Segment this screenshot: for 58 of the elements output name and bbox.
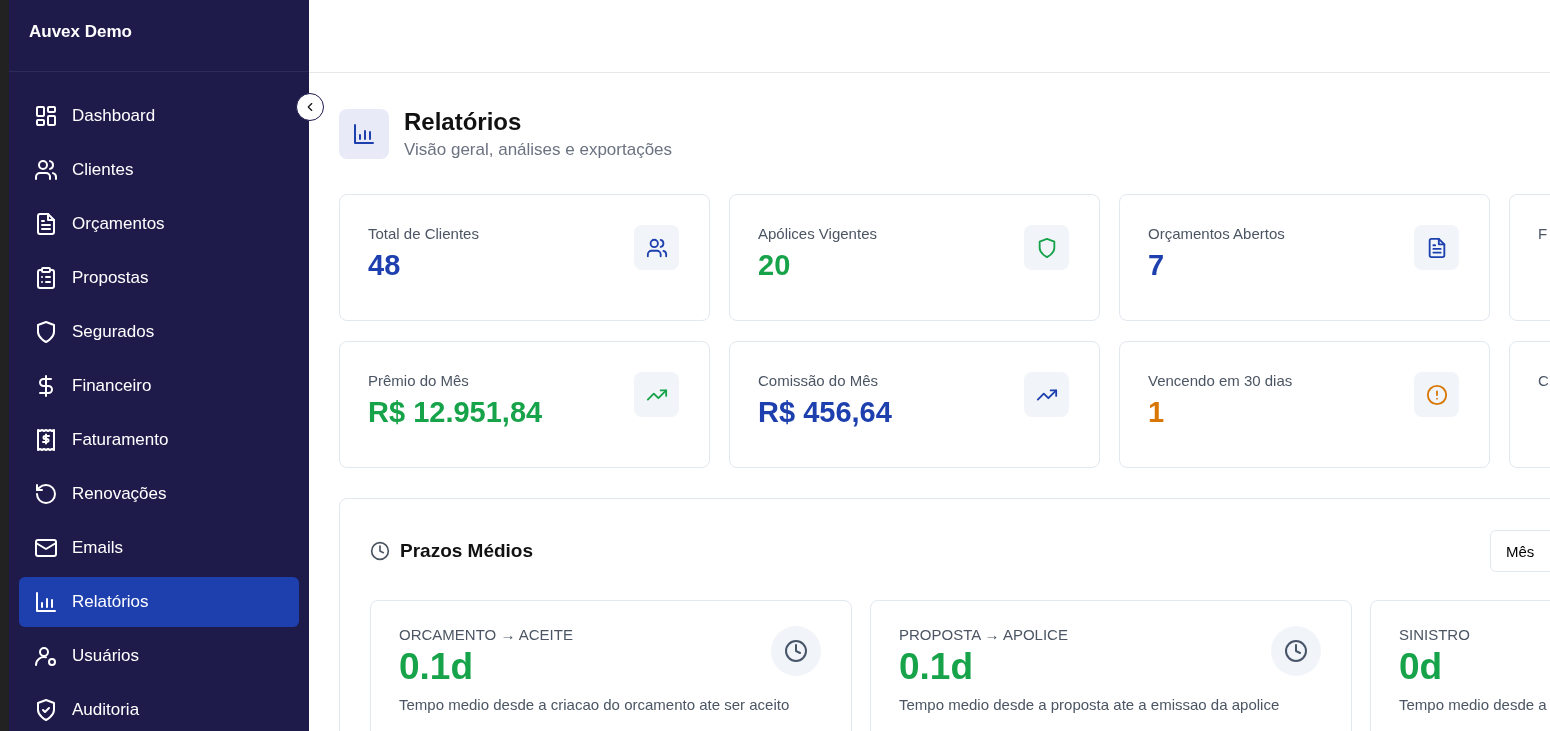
nav-item[interactable]: Segurados [19, 307, 299, 357]
stat-value: 1 [1148, 396, 1165, 429]
nav-item[interactable]: Propostas [19, 253, 299, 303]
clock-icon [1284, 639, 1308, 663]
shield-check-icon [34, 698, 58, 722]
stat-value: 7 [1148, 249, 1165, 282]
alert-circle-icon [1425, 383, 1448, 406]
page-title: Relatórios [404, 108, 523, 136]
mail-icon [34, 536, 58, 560]
stat-label: Prêmio do Mês [368, 372, 469, 389]
period-select[interactable]: Mês [1490, 530, 1550, 572]
grid-icon [34, 104, 58, 128]
nav-item[interactable]: Emails [19, 523, 299, 573]
nav-item[interactable]: Renovações [19, 469, 299, 519]
stat-value: R$ 12.951,84 [368, 396, 543, 429]
stat-value: 48 [368, 249, 401, 282]
nav-item[interactable]: Orçamentos [19, 199, 299, 249]
collapse-button[interactable] [296, 93, 324, 121]
rotate-icon [34, 482, 58, 506]
section-title: Prazos Médios [400, 540, 534, 562]
stat-label: Apólices Vigentes [758, 225, 877, 242]
clock-icon [370, 541, 390, 561]
metric-description: Tempo medio desde a criacao do orcamento ate ser aceito [399, 696, 790, 713]
nav-item[interactable]: Relatórios [19, 577, 299, 627]
bar-chart-icon [352, 122, 376, 146]
metric-value: 0.1d [899, 646, 974, 688]
clipboard-icon [34, 266, 58, 290]
metric-label: PROPOSTA → APOLICE [899, 626, 1068, 643]
stat-value: 20 [758, 249, 791, 282]
metric-label: SINISTRO [1399, 626, 1470, 643]
stat-value: R$ 456,64 [758, 396, 892, 429]
stat-label: Total de Clientes [368, 225, 479, 242]
nav-item[interactable]: Usuários [19, 631, 299, 681]
user-gear-icon [34, 644, 58, 668]
metric-description: Tempo medio desde a [1399, 696, 1547, 713]
nav-item[interactable]: Dashboard [19, 91, 299, 141]
stat-label: Comissão do Mês [758, 372, 879, 389]
stat-label: F [1538, 225, 1548, 242]
users-icon [645, 236, 668, 259]
stat-label: Vencendo em 30 dias [1148, 372, 1293, 389]
stat-label: C [1538, 372, 1549, 389]
clock-icon [784, 639, 808, 663]
metric-value: 0d [1399, 646, 1443, 688]
nav-item[interactable]: Clientes [19, 145, 299, 195]
page-subtitle: Visão geral, análises e exportações [404, 140, 673, 160]
bar-chart-icon [34, 590, 58, 614]
shield-icon [34, 320, 58, 344]
metric-label: ORCAMENTO → ACEITE [399, 626, 573, 643]
brand-name: Auvex Demo [29, 22, 132, 42]
nav-item[interactable]: Financeiro [19, 361, 299, 411]
document-icon [34, 212, 58, 236]
metric-description: Tempo medio desde a proposta ate a emissao da apolice [899, 696, 1280, 713]
receipt-icon [34, 428, 58, 452]
users-icon [34, 158, 58, 182]
stat-label: Orçamentos Abertos [1148, 225, 1285, 242]
nav-item[interactable]: Auditoria [19, 685, 299, 731]
nav-item[interactable]: Faturamento [19, 415, 299, 465]
metric-value: 0.1d [399, 646, 474, 688]
